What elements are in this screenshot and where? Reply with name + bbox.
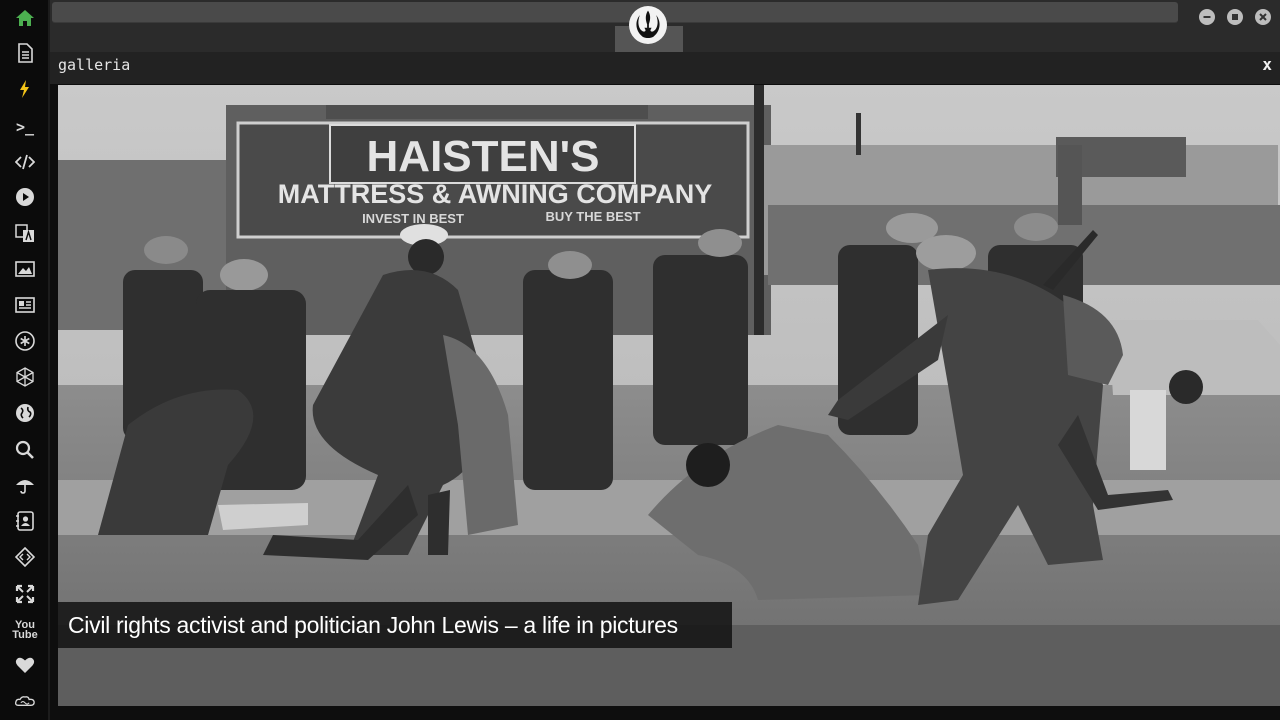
minimize-button[interactable] bbox=[1199, 9, 1215, 25]
address-bar[interactable] bbox=[52, 2, 1178, 23]
panel-close-button[interactable]: x bbox=[1262, 55, 1272, 74]
bottom-strip bbox=[50, 706, 1280, 720]
photo-sign-company: MATTRESS & AWNING COMPANY bbox=[278, 179, 713, 209]
home-icon[interactable] bbox=[12, 5, 38, 31]
expand-icon[interactable] bbox=[12, 581, 38, 607]
lightning-icon[interactable] bbox=[12, 76, 38, 102]
contact-icon[interactable] bbox=[12, 508, 38, 534]
photo-sign-tagline-1: INVEST IN BEST bbox=[362, 211, 464, 226]
youtube-icon[interactable]: You Tube bbox=[12, 617, 38, 643]
close-window-button[interactable] bbox=[1255, 9, 1271, 25]
panel-header: galleria x bbox=[50, 52, 1280, 84]
translate-icon[interactable] bbox=[12, 220, 38, 246]
image-icon[interactable] bbox=[12, 256, 38, 282]
terminal-icon[interactable]: >_ bbox=[12, 114, 38, 140]
panel-title: galleria bbox=[58, 56, 131, 74]
rebel-alliance-logo-icon[interactable] bbox=[629, 6, 667, 44]
search-icon[interactable] bbox=[12, 437, 38, 463]
play-icon[interactable] bbox=[12, 184, 38, 210]
asterisk-icon[interactable] bbox=[12, 328, 38, 354]
umbrella-icon[interactable] bbox=[12, 472, 38, 498]
infinity-cloud-icon[interactable] bbox=[12, 689, 38, 715]
photo-sign-name: HAISTEN'S bbox=[367, 132, 600, 181]
document-icon[interactable] bbox=[12, 40, 38, 66]
title-bar bbox=[50, 0, 1280, 52]
code-icon[interactable] bbox=[12, 149, 38, 175]
sidebar: >_ You Tube bbox=[0, 0, 50, 720]
hexagon-icon[interactable] bbox=[12, 364, 38, 390]
maximize-button[interactable] bbox=[1227, 9, 1243, 25]
photo-sign-tagline-2: BUY THE BEST bbox=[545, 209, 640, 224]
heart-icon[interactable] bbox=[12, 652, 38, 678]
newspaper-icon[interactable] bbox=[12, 292, 38, 318]
globe-icon[interactable] bbox=[12, 400, 38, 426]
gallery-caption: Civil rights activist and politician Joh… bbox=[58, 602, 732, 648]
embed-icon[interactable] bbox=[12, 544, 38, 570]
youtube-label: You Tube bbox=[12, 619, 38, 641]
